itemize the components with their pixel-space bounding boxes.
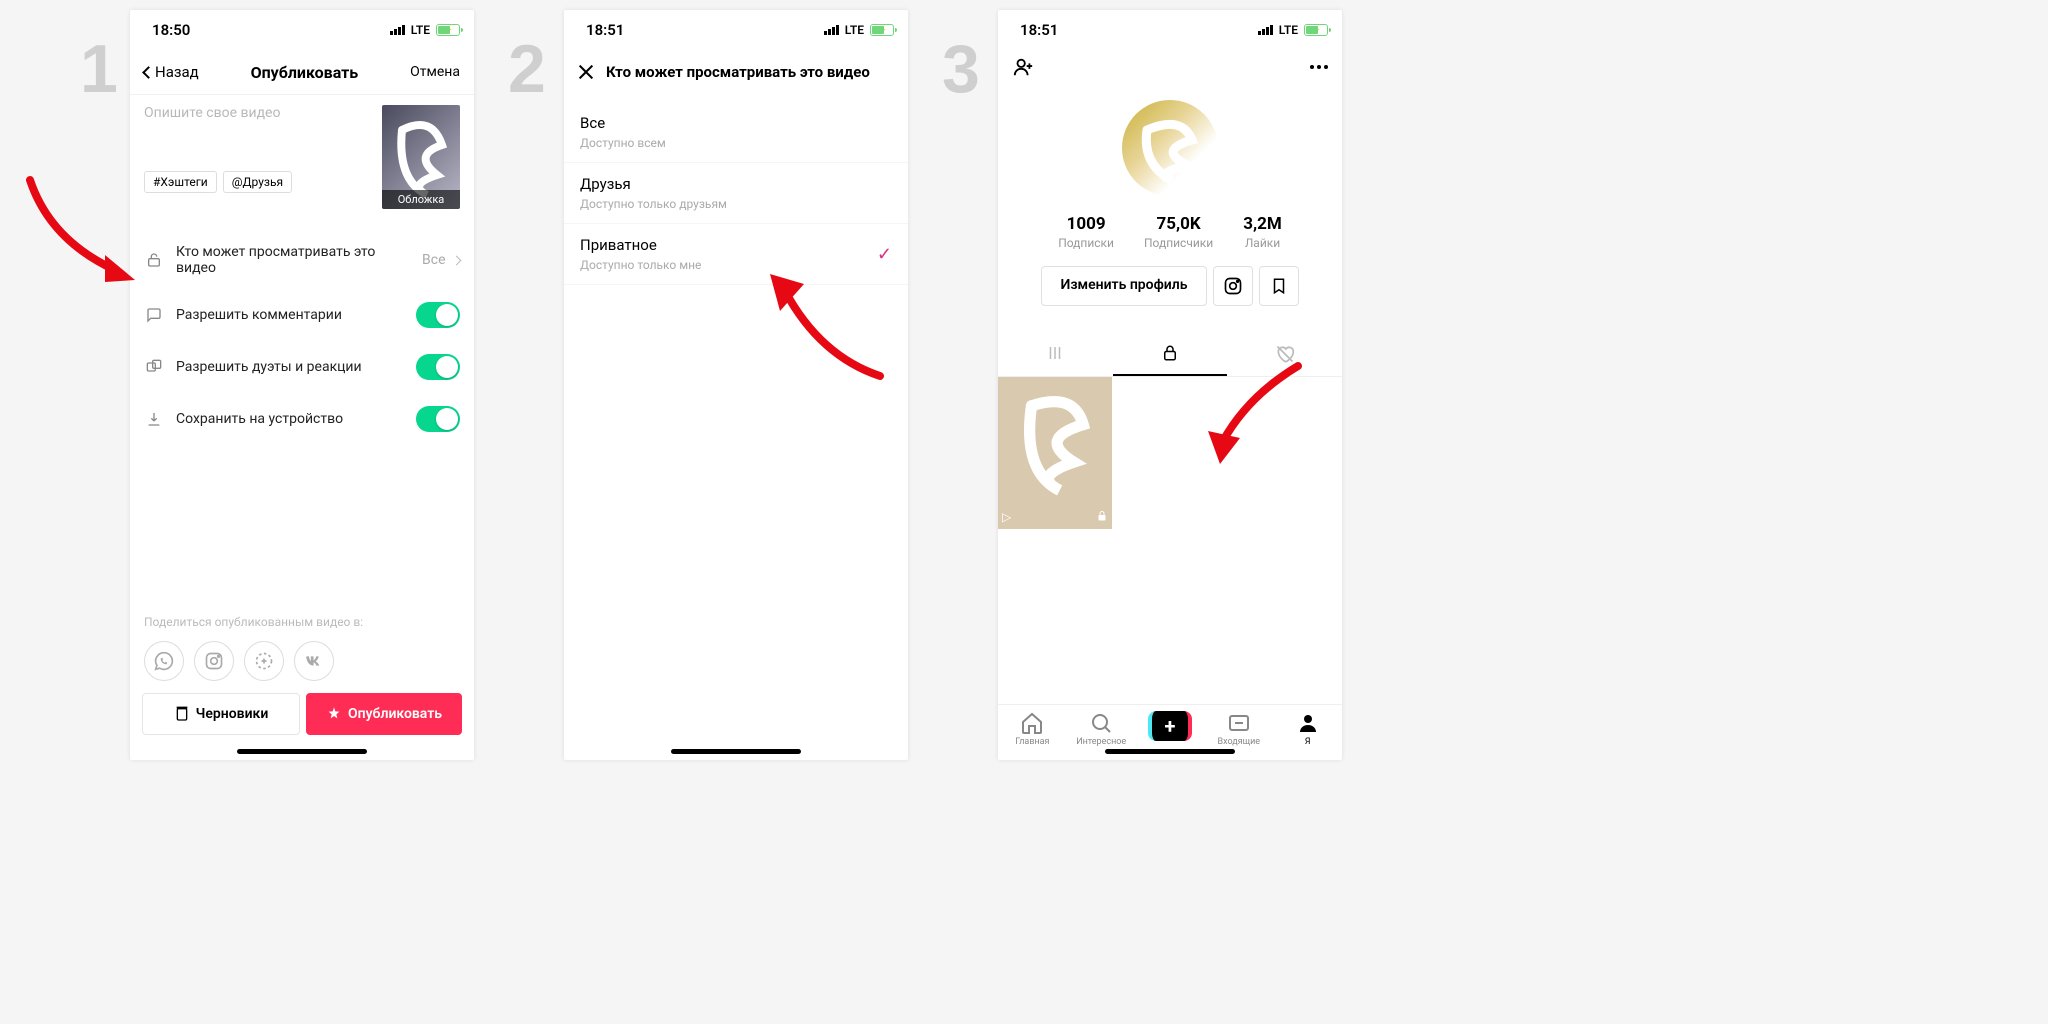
status-time: 18:51	[1020, 21, 1058, 39]
chevron-left-icon	[142, 66, 155, 79]
status-bar: 18:51 LTE ⚡	[564, 10, 908, 50]
stories-icon[interactable]	[244, 641, 284, 681]
duets-toggle[interactable]	[416, 354, 460, 380]
home-indicator[interactable]	[237, 749, 367, 754]
comments-toggle[interactable]	[416, 302, 460, 328]
profile-header	[998, 50, 1342, 84]
duet-icon	[144, 357, 164, 377]
stats-row: 1009Подписки 75,0KПодписчики 3,2MЛайки	[998, 214, 1342, 250]
lock-icon	[1096, 510, 1108, 525]
check-icon: ✓	[877, 244, 892, 265]
tab-feed[interactable]	[998, 334, 1113, 376]
step-number-2: 2	[508, 30, 546, 108]
annotation-arrow-1	[20, 170, 150, 304]
save-toggle[interactable]	[416, 406, 460, 432]
status-indicators: LTE ⚡	[390, 23, 460, 37]
cover-label: Обложка	[382, 190, 460, 209]
share-label: Поделиться опубликованным видео в:	[144, 615, 460, 629]
stat-followers[interactable]: 75,0KПодписчики	[1144, 214, 1213, 250]
hashtags-chip[interactable]: #Хэштеги	[144, 171, 217, 193]
page-title: Опубликовать	[251, 63, 359, 82]
publish-icon	[326, 706, 342, 722]
edit-profile-button[interactable]: Изменить профиль	[1041, 266, 1206, 306]
nav-create[interactable]: +	[1136, 711, 1205, 747]
more-icon[interactable]	[1310, 65, 1328, 69]
annotation-arrow-3	[1198, 356, 1308, 470]
home-indicator[interactable]	[671, 749, 801, 754]
back-button[interactable]: Назад	[144, 63, 199, 81]
video-tile[interactable]: ▷	[998, 377, 1112, 529]
nav-discover[interactable]: Интересное	[1067, 711, 1136, 747]
comments-row: Разрешить комментарии	[130, 289, 474, 341]
nav-bar: Кто может просматривать это видео	[564, 50, 908, 94]
instagram-icon[interactable]	[194, 641, 234, 681]
status-indicators: LTE ⚡	[824, 23, 894, 37]
instagram-link-button[interactable]	[1213, 266, 1253, 306]
privacy-row[interactable]: Кто может просматривать это видео Все	[130, 231, 474, 289]
step-number-3: 3	[942, 30, 980, 108]
annotation-arrow-2	[760, 266, 890, 390]
vk-icon[interactable]	[294, 641, 334, 681]
whatsapp-icon[interactable]	[144, 641, 184, 681]
nav-home[interactable]: Главная	[998, 711, 1067, 747]
status-bar: 18:51 LTE ⚡	[998, 10, 1342, 50]
share-section: Поделиться опубликованным видео в:	[130, 615, 474, 693]
status-indicators: LTE ⚡	[1258, 23, 1328, 37]
publish-button[interactable]: Опубликовать	[306, 693, 462, 735]
download-icon	[144, 409, 164, 429]
bottom-nav: Главная Интересное + Входящие Я	[998, 704, 1342, 749]
status-time: 18:51	[586, 21, 624, 39]
nav-bar: Назад Опубликовать Отмена	[130, 50, 474, 94]
phone-screen-1: 18:50 LTE ⚡ Назад Опубликовать Отмена Оп…	[130, 10, 474, 760]
drafts-button[interactable]: Черновики	[142, 693, 300, 735]
play-icon: ▷	[1002, 510, 1011, 525]
step-number-1: 1	[80, 30, 118, 108]
battery-icon: ⚡	[436, 24, 460, 36]
comment-icon	[144, 305, 164, 325]
chevron-right-icon	[452, 255, 462, 265]
status-bar: 18:50 LTE ⚡	[130, 10, 474, 50]
add-friend-icon[interactable]	[1012, 56, 1034, 78]
signal-icon	[390, 25, 405, 35]
video-thumbnail[interactable]: Обложка	[382, 105, 460, 209]
privacy-option-all[interactable]: ВсеДоступно всем	[564, 102, 908, 163]
cancel-button[interactable]: Отмена	[410, 64, 460, 80]
privacy-option-friends[interactable]: ДрузьяДоступно только друзьям	[564, 163, 908, 224]
stat-following[interactable]: 1009Подписки	[1058, 214, 1114, 250]
modal-title: Кто может просматривать это видео	[606, 63, 870, 81]
home-indicator[interactable]	[1105, 749, 1235, 754]
drafts-icon	[174, 706, 190, 722]
avatar[interactable]	[1122, 100, 1218, 196]
save-row: Сохранить на устройство	[130, 393, 474, 445]
nav-profile[interactable]: Я	[1273, 711, 1342, 747]
settings-list: Кто может просматривать это видео Все Ра…	[130, 231, 474, 445]
bookmark-button[interactable]	[1259, 266, 1299, 306]
friends-chip[interactable]: @Друзья	[223, 171, 292, 193]
caption-input[interactable]: Опишите свое видео	[144, 105, 372, 121]
compose-area: Опишите свое видео #Хэштеги @Друзья Обло…	[130, 94, 474, 217]
stat-likes[interactable]: 3,2MЛайки	[1243, 214, 1282, 250]
nav-inbox[interactable]: Входящие	[1204, 711, 1273, 747]
status-time: 18:50	[152, 21, 190, 39]
duets-row: Разрешить дуэты и реакции	[130, 341, 474, 393]
close-icon[interactable]	[578, 64, 594, 80]
